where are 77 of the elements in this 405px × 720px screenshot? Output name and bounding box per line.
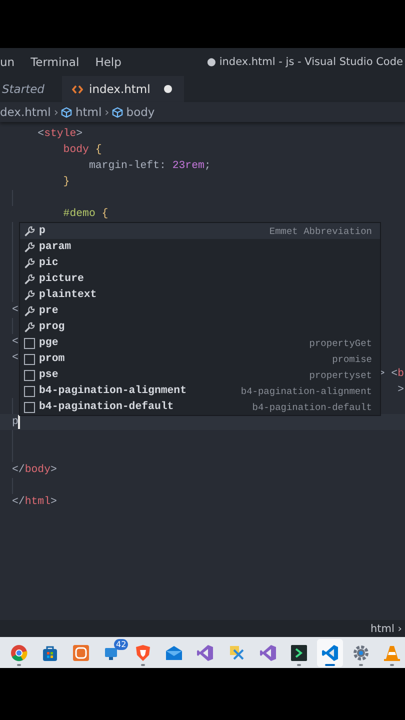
editor-tab[interactable]: index.html	[62, 76, 184, 102]
suggestion-item[interactable]: param	[20, 239, 380, 255]
suggestion-item[interactable]: prom promise	[20, 351, 380, 367]
code-text: b	[398, 368, 404, 380]
code-text: </	[12, 463, 25, 478]
cube-icon	[61, 106, 72, 118]
code-text: >	[50, 495, 57, 510]
text-cursor	[18, 415, 20, 429]
snippet-icon	[24, 370, 35, 380]
code-file-icon	[72, 84, 83, 94]
code-text: {	[102, 207, 108, 222]
mail-icon	[165, 644, 184, 662]
code-text: body	[62, 143, 90, 158]
code-text: >	[76, 127, 83, 142]
breadcrumb-item[interactable]: dex.html	[0, 105, 51, 119]
suggestion-item[interactable]: pse propertyset	[20, 367, 380, 383]
wrench-icon	[24, 242, 35, 252]
code-text: ;	[204, 159, 211, 174]
code-text: >	[50, 463, 57, 478]
wrench-icon	[24, 258, 35, 268]
code-text: 23rem	[172, 159, 204, 174]
wrench-icon	[24, 226, 35, 236]
taskbar-button[interactable]: 42	[99, 638, 126, 666]
suggestion-item[interactable]: picture	[20, 271, 380, 287]
code-text: body	[24, 463, 50, 478]
menu-item[interactable]: Help	[95, 55, 122, 69]
wrench-icon	[24, 306, 35, 316]
suggestion-item[interactable]: prog	[20, 319, 380, 335]
breadcrumb-separator: ›	[104, 105, 110, 119]
code-text: <	[12, 351, 18, 366]
code-text: margin-left:	[88, 159, 167, 174]
menu-item[interactable]: Terminal	[30, 55, 80, 69]
wrench-icon	[24, 274, 35, 284]
code-text: {	[95, 143, 102, 158]
window-title: ● index.html - js - Visual Studio Code	[206, 56, 404, 68]
suggestion-item[interactable]: p Emmet Abbreviation	[20, 223, 380, 239]
suggestion-item[interactable]: b4-pagination-default b4-pagination-default	[20, 399, 380, 415]
code-text: }	[62, 175, 70, 190]
suggestion-item[interactable]: pge propertyGet	[20, 335, 380, 351]
code-text: <	[12, 335, 18, 350]
cube-icon	[112, 106, 124, 118]
suggestion-item[interactable]: pre	[20, 303, 380, 319]
editor-tab[interactable]: Started	[0, 76, 62, 102]
code-text: <	[36, 127, 44, 142]
breadcrumb-item[interactable]: html	[75, 105, 102, 119]
code-text: >	[398, 384, 404, 396]
code-text: <	[12, 303, 18, 318]
unsaved-dot[interactable]	[164, 85, 172, 93]
snippet-icon	[24, 402, 35, 412]
notification-badge: 42	[114, 638, 128, 650]
wrench-icon	[24, 290, 35, 300]
code-text: </	[12, 495, 25, 510]
settings-icon	[352, 644, 370, 662]
suggestion-item[interactable]: plaintext	[20, 287, 380, 303]
snippet-icon	[24, 386, 35, 396]
breadcrumb-separator: ›	[54, 105, 58, 119]
suggestion-item[interactable]: b4-pagination-alignment b4-pagination-alignment	[20, 383, 380, 399]
infinity-logo-icon	[196, 644, 214, 662]
breadcrumb-item[interactable]: body	[126, 105, 155, 119]
taskbar-button[interactable]	[316, 638, 343, 666]
snippet-icon	[24, 354, 35, 364]
language-indicator[interactable]: html ›	[370, 622, 405, 634]
terminal-icon	[290, 644, 308, 662]
tools-icon	[228, 644, 246, 662]
snippet-icon	[24, 338, 35, 348]
code-text: style	[44, 127, 76, 142]
infinity-logo-icon	[258, 644, 277, 662]
code-text: #demo	[62, 207, 96, 222]
wrench-icon	[24, 322, 35, 332]
code-text: html	[24, 495, 50, 510]
browser-icon	[10, 644, 28, 662]
store-icon	[41, 644, 60, 662]
traffic-cone-icon	[382, 644, 401, 662]
menu-item[interactable]: un	[0, 55, 15, 69]
code-editor-icon	[320, 644, 339, 662]
code-text: p	[12, 415, 18, 430]
suggestion-item[interactable]: pic	[20, 255, 380, 271]
